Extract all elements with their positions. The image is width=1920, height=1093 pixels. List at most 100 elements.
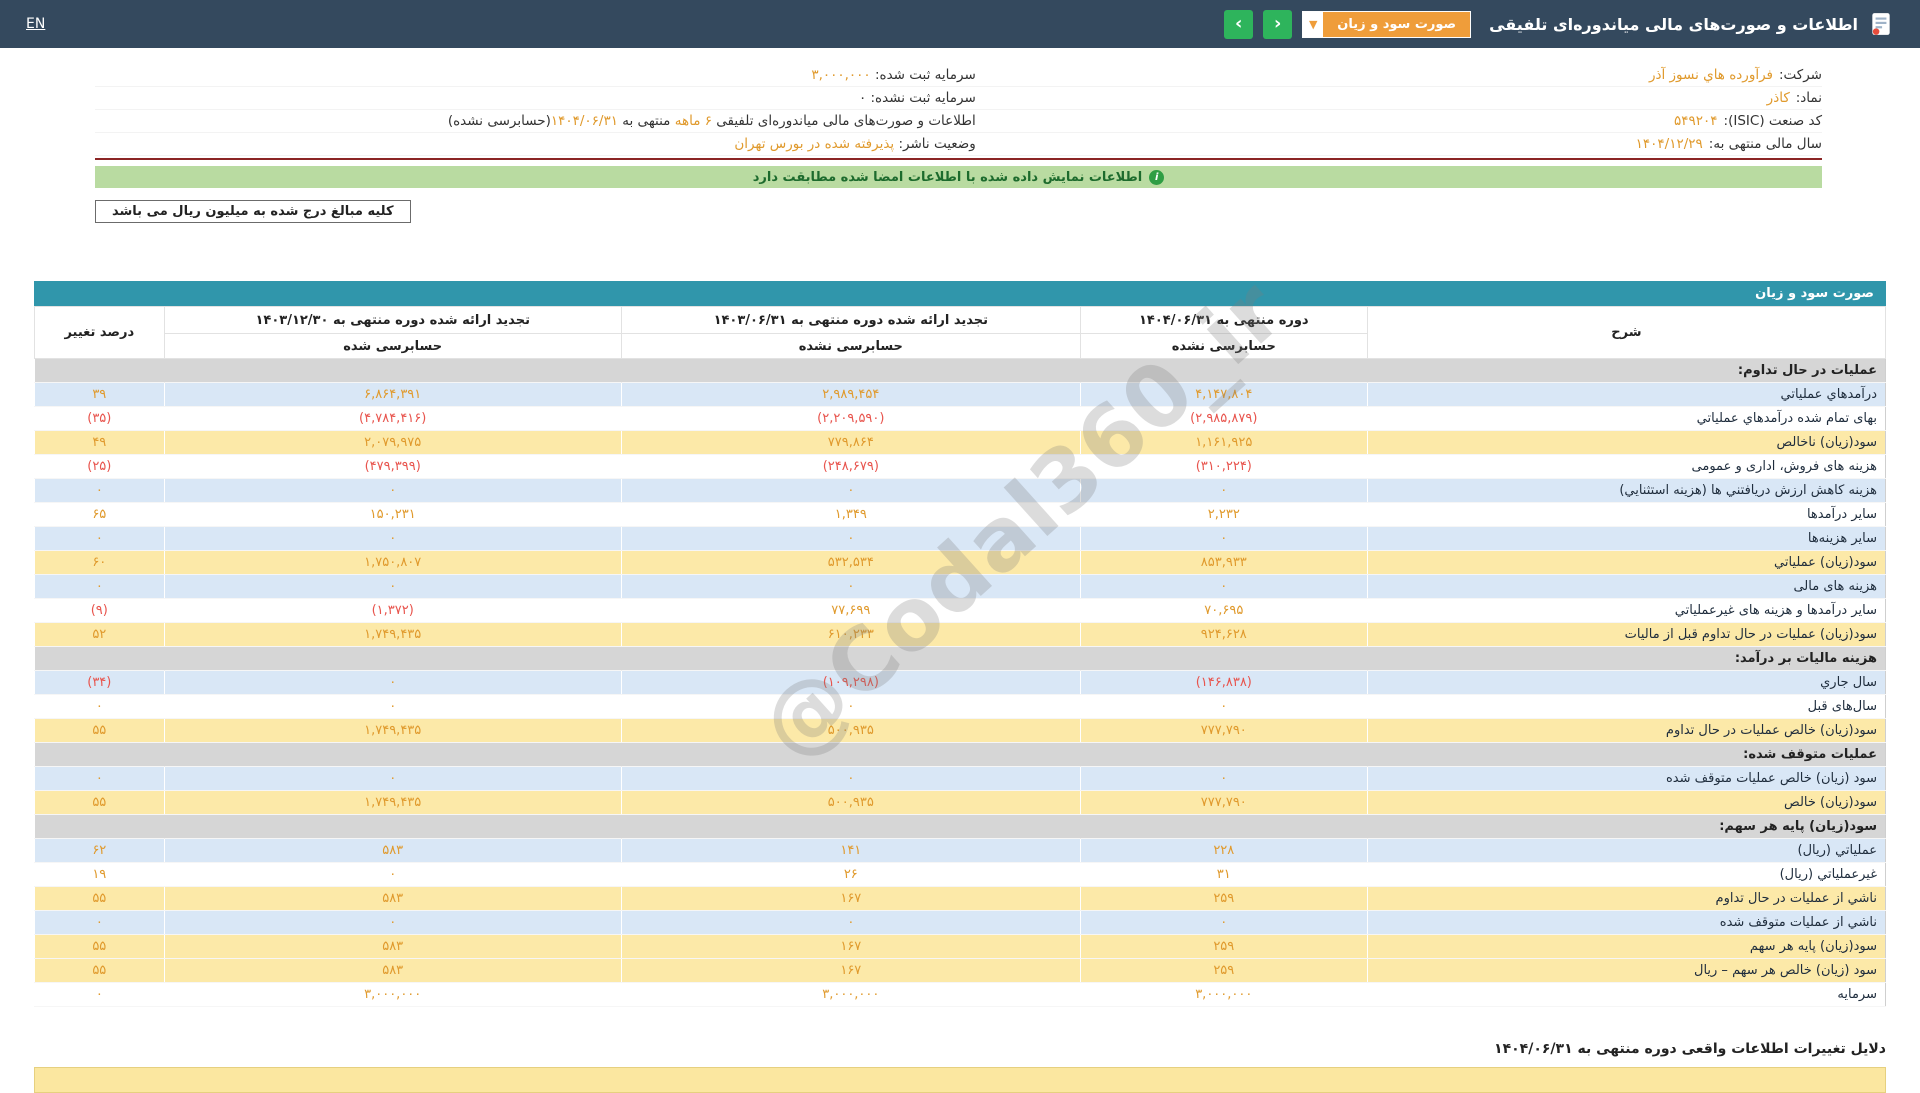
value-cell: ۳۱ [1079,862,1368,887]
value-cell: ۵۸۳ [163,886,622,911]
statement-row: سود(زيان) عمليات در حال تداوم قبل از مال… [34,622,1886,647]
value-cell: ۲,۰۷۹,۹۷۵ [163,430,622,455]
info-value: ۱۴۰۴/۱۲/۲۹ [1635,136,1703,152]
value-cell: ۰ [1079,526,1368,551]
value-cell: ۴,۱۴۷,۸۰۴ [1079,382,1368,407]
percent-change-cell: ۰ [34,526,165,551]
col-header-restated-yearend: تجدید ارائه شده دوره منتهی به ۱۴۰۳/۱۲/۳۰ [163,306,622,334]
income-statement-body: عملیات در حال تداوم: درآمدهاي عملياتي ۴,۱۴… [34,358,1886,1007]
statement-select-value: صورت سود و زیان [1337,16,1457,32]
signature-match-banner: i اطلاعات نمایش داده شده با اطلاعات امضا… [95,166,1822,188]
row-label: سرمايه [1366,982,1886,1007]
percent-change-cell: ۵۵ [34,958,165,983]
value-cell: ۳,۰۰۰,۰۰۰ [620,982,1081,1007]
value-cell: (۲۴۸,۶۷۹) [620,454,1081,479]
next-statement-button[interactable]: › [1263,9,1293,39]
statement-row: ساير درآمدها ۲,۲۳۲ ۱,۳۴۹ ۱۵۰,۲۳۱ ۶۵ [34,502,1886,527]
section-header-label: عملیات در حال تداوم: [34,358,1886,383]
value-cell: ۰ [163,910,622,935]
info-value: كاذر [1766,90,1790,106]
statement-row: ناشي از عمليات در حال تداوم ۲۵۹ ۱۶۷ ۵۸۳ ۵۵ [34,886,1886,911]
percent-change-cell: (۹) [34,598,165,623]
info-segment: ۰ [858,90,867,106]
company-info-panel: شرکت: فرآورده هاي نسوز آذر نماد: كاذر کد صنع… [95,64,1822,223]
value-cell: ۰ [1079,478,1368,503]
value-cell: ۰ [1079,910,1368,935]
percent-change-cell: ۶۲ [34,838,165,863]
value-cell: ۱۶۷ [620,934,1081,959]
row-label: سود (زيان) خالص عمليات متوقف شده [1366,766,1886,791]
percent-change-cell: ۰ [34,766,165,791]
percent-change-cell: ۵۵ [34,718,165,743]
prev-statement-button[interactable]: ‹ [1224,9,1254,39]
value-cell: (۲,۹۸۵,۸۷۹) [1079,406,1368,431]
statement-row: سود(زيان) خالص ۷۷۷,۷۹۰ ۵۰۰,۹۳۵ ۱,۷۴۹,۴۳۵ ۵۵ [34,790,1886,815]
statement-select[interactable]: صورت سود و زیان ▼ [1302,10,1472,38]
statement-row: عملياتي (ريال) ۲۲۸ ۱۴۱ ۵۸۳ ۶۲ [34,838,1886,863]
statement-row: بهاى تمام شده درآمدهاي عملياتي (۲,۹۸۵,۸۷۹… [34,406,1886,431]
chevron-down-icon: ▼ [1303,11,1324,37]
value-cell: (۱۰۹,۲۹۸) [620,670,1081,695]
info-segment: سرمایه ثبت شده: [870,67,976,83]
change-reasons-section: دلایل تغییرات اطلاعات واقعی دوره منتهی ب… [34,1041,1886,1093]
audit-status-current: حسابرسی نشده [1079,333,1368,359]
col-header-current-period: دوره منتهی به ۱۴۰۴/۰۶/۳۱ [1079,306,1368,334]
statement-row: سود(زيان) پايه هر سهم ۲۵۹ ۱۶۷ ۵۸۳ ۵۵ [34,934,1886,959]
row-label: ناشي از عمليات متوقف شده [1366,910,1886,935]
percent-change-cell: ۵۵ [34,790,165,815]
value-cell: ۰ [163,862,622,887]
statement-row: هزينه هاى فروش، ادارى و عمومى (۳۱۰,۲۲۴) (۲… [34,454,1886,479]
col-header-percent-change: درصد تغییر [34,306,165,359]
value-cell: ۵۰۰,۹۳۵ [620,718,1081,743]
info-segment: ۳,۰۰۰,۰۰۰ [811,67,871,83]
value-cell: ۲,۹۸۹,۴۵۴ [620,382,1081,407]
info-label: سال مالی منتهی به: [1708,136,1822,152]
value-cell: ۵۸۳ [163,958,622,983]
row-label: سال‌هاى قبل [1366,694,1886,719]
page-title: اطلاعات و صورت‌های مالی میاندوره‌ای تلفی… [1489,14,1858,34]
row-label: سود(زيان) عمليات در حال تداوم قبل از مال… [1366,622,1886,647]
value-cell: ۰ [163,766,622,791]
col-header-restated-midyear: تجدید ارائه شده دوره منتهی به ۱۴۰۳/۰۶/۳۱ [620,306,1081,334]
percent-change-cell: ۵۲ [34,622,165,647]
section-header-row: سود(زيان) پايه هر سهم: [34,814,1886,839]
income-statement-table: شرح دوره منتهی به ۱۴۰۴/۰۶/۳۱ تجدید ارائه… [34,306,1887,1007]
statement-row: غيرعملياتي (ريال) ۳۱ ۲۶ ۰ ۱۹ [34,862,1886,887]
row-label: ساير درآمدها و هزينه هاى غيرعملياتي [1366,598,1886,623]
row-label: سود(زيان) ناخالص [1366,430,1886,455]
statement-row: سال‌هاى قبل ۰ ۰ ۰ ۰ [34,694,1886,719]
info-row: سرمایه ثبت شده: ۳,۰۰۰,۰۰۰ [95,64,976,87]
info-segment: وضعیت ناشر: [894,136,976,152]
info-segment: منتهی به [617,113,675,129]
value-cell: (۴۷۹,۳۹۹) [163,454,622,479]
percent-change-cell: ۵۵ [34,934,165,959]
value-cell: ۲۵۹ [1079,958,1368,983]
signature-match-message: اطلاعات نمایش داده شده با اطلاعات امضا ش… [752,169,1143,185]
info-value: فرآورده هاي نسوز آذر [1648,67,1773,83]
value-cell: ۲۵۹ [1079,886,1368,911]
table-title-band: صورت سود و زیان [34,281,1886,306]
value-cell: ۱۵۰,۲۳۱ [163,502,622,527]
row-label: ناشي از عمليات در حال تداوم [1366,886,1886,911]
value-cell: ۵۳۲,۵۳۴ [620,550,1081,575]
section-header-label: سود(زيان) پايه هر سهم: [34,814,1886,839]
value-cell: (۱۴۶,۸۳۸) [1079,670,1368,695]
value-cell: ۰ [163,670,622,695]
value-cell: ۱۴۱ [620,838,1081,863]
info-row: وضعیت ناشر: پذیرفته شده در بورس تهران [95,133,976,156]
percent-change-cell: ۶۵ [34,502,165,527]
value-cell: ۰ [163,694,622,719]
info-segment: اطلاعات و صورت‌های مالی میاندوره‌ای تلفی… [711,113,976,129]
statement-row: سود(زيان) خالص عمليات در حال تداوم ۷۷۷,۷۹… [34,718,1886,743]
value-cell: ۰ [620,574,1081,599]
unit-note-row: کلیه مبالغ درج شده به میلیون ریال می باش… [95,200,1822,223]
value-cell: ۸۵۳,۹۳۳ [1079,550,1368,575]
percent-change-cell: ۰ [34,982,165,1007]
row-label: ساير هزينه‌ها [1366,526,1886,551]
info-row: سال مالی منتهی به: ۱۴۰۴/۱۲/۲۹ [975,133,1822,156]
english-language-link[interactable]: EN [26,16,45,32]
col-header-description: شرح [1366,306,1887,359]
row-label: هزينه هاى فروش، ادارى و عمومى [1366,454,1886,479]
section-header-row: عمليات متوقف شده: [34,742,1886,767]
value-cell: ۱۶۷ [620,958,1081,983]
